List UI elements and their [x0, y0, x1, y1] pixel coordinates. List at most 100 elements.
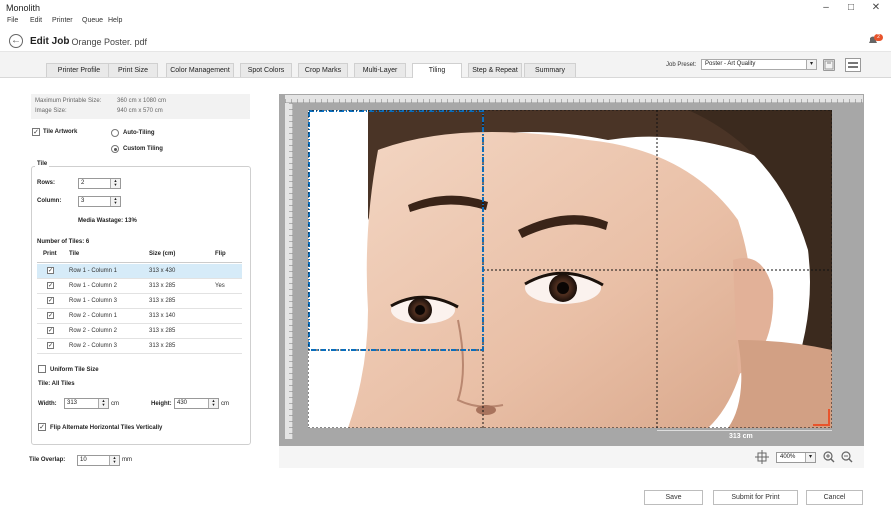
maximize-button[interactable]: □ — [844, 2, 858, 14]
table-row[interactable]: ✓ Row 2 - Column 1 313 x 140 — [37, 309, 242, 324]
height-label: Height: — [151, 401, 172, 407]
file-name: - Orange Poster. pdf — [66, 37, 148, 47]
rows-label: Rows: — [37, 180, 55, 186]
tab-spot-colors[interactable]: Spot Colors — [240, 63, 292, 77]
flip-alternate-checkbox[interactable]: ✓ — [38, 423, 46, 431]
tile-size: 313 x 285 — [149, 343, 176, 349]
image-size-label: Image Size: — [35, 108, 67, 114]
tab-step-repeat[interactable]: Step & Repeat — [468, 63, 522, 77]
cancel-button[interactable]: Cancel — [806, 490, 863, 505]
stepper-arrows-icon[interactable]: ▲ ▼ — [109, 456, 119, 465]
tile-overlap-label: Tile Overlap: — [29, 457, 66, 463]
print-checkbox[interactable]: ✓ — [47, 312, 54, 319]
artwork-preview[interactable] — [308, 110, 832, 428]
menu-file[interactable]: File — [7, 17, 18, 24]
tile-count: Number of Tiles: 6 — [37, 239, 90, 245]
job-preset-value: Poster - Art Quality — [705, 61, 756, 67]
tab-color-management[interactable]: Color Management — [166, 63, 234, 77]
save-button[interactable]: Save — [644, 490, 703, 505]
zoom-in-button[interactable] — [823, 451, 835, 463]
custom-tiling-radio[interactable] — [111, 145, 119, 153]
minimize-button[interactable]: – — [819, 2, 833, 14]
height-stepper[interactable]: 430 ▲ ▼ — [174, 398, 219, 409]
columns-stepper[interactable]: 3 ▲ ▼ — [78, 196, 121, 207]
tile-overlap-stepper[interactable]: 10 ▲ ▼ — [77, 455, 120, 466]
flip-alternate-label: Flip Alternate Horizontal Tiles Vertical… — [50, 425, 163, 431]
uniform-tile-size-label: Uniform Tile Size — [50, 367, 99, 373]
table-row[interactable]: ✓ Row 2 - Column 3 313 x 285 — [37, 339, 242, 354]
print-checkbox[interactable]: ✓ — [47, 267, 54, 274]
zoom-out-icon — [841, 451, 853, 463]
image-size-value: 940 cm x 570 cm — [117, 108, 163, 114]
auto-tiling-radio[interactable] — [111, 129, 119, 137]
width-value: 313 — [67, 400, 78, 406]
tile-name: Row 1 - Column 1 — [69, 268, 118, 274]
width-unit: cm — [111, 401, 119, 407]
max-size-label: Maximum Printable Size: — [35, 98, 102, 104]
col-tile: Tile — [69, 251, 80, 257]
width-stepper[interactable]: 313 ▲ ▼ — [64, 398, 109, 409]
job-preset-select[interactable]: Poster - Art Quality ▾ — [701, 59, 817, 70]
stepper-arrows-icon[interactable]: ▲ ▼ — [110, 179, 120, 188]
table-row[interactable]: ✓ Row 1 - Column 1 313 x 430 — [37, 264, 242, 279]
print-checkbox[interactable]: ✓ — [47, 297, 54, 304]
rows-stepper[interactable]: 2 ▲ ▼ — [78, 178, 121, 189]
menu-printer[interactable]: Printer — [52, 17, 73, 24]
stepper-arrows-icon[interactable]: ▲ ▼ — [208, 399, 218, 408]
print-checkbox[interactable]: ✓ — [47, 327, 54, 334]
zoom-select[interactable]: 400% ▾ — [776, 452, 816, 463]
tile-artwork-checkbox[interactable]: ✓ — [32, 128, 40, 136]
col-size: Size (cm) — [149, 251, 176, 257]
submit-for-print-button[interactable]: Submit for Print — [713, 490, 798, 505]
tab-summary[interactable]: Summary — [524, 63, 576, 77]
tab-print-size[interactable]: Print Size — [108, 63, 158, 77]
height-unit: cm — [221, 401, 229, 407]
tab-multi-layer[interactable]: Multi-Layer — [354, 63, 406, 77]
table-row[interactable]: ✓ Row 1 - Column 3 313 x 285 — [37, 294, 242, 309]
dimension-label: 313 cm — [729, 433, 753, 440]
col-flip: Flip — [215, 251, 226, 257]
stepper-arrows-icon[interactable]: ▲ ▼ — [98, 399, 108, 408]
ruler-vertical — [285, 103, 293, 439]
title-bar — [0, 0, 891, 16]
tile-overlap-unit: mm — [122, 457, 132, 463]
columns-value: 3 — [81, 198, 85, 204]
tile-artwork-label: Tile Artwork — [43, 129, 78, 135]
uniform-tile-size-checkbox[interactable] — [38, 365, 46, 373]
fit-to-window-button[interactable] — [755, 450, 769, 464]
fit-icon — [755, 450, 769, 464]
print-checkbox[interactable]: ✓ — [47, 342, 54, 349]
tab-tiling[interactable]: Tiling — [412, 63, 462, 78]
back-button[interactable]: ← — [9, 34, 23, 48]
save-preset-button[interactable] — [823, 59, 835, 71]
print-checkbox[interactable]: ✓ — [47, 282, 54, 289]
tile-name: Row 2 - Column 3 — [69, 343, 118, 349]
stepper-arrows-icon[interactable]: ▲ ▼ — [110, 197, 120, 206]
tab-crop-marks[interactable]: Crop Marks — [298, 63, 348, 77]
table-row[interactable]: ✓ Row 1 - Column 2 313 x 285 Yes — [37, 279, 242, 294]
app-title: Monolith — [6, 3, 41, 13]
zoom-out-button[interactable] — [841, 451, 853, 463]
notification-button[interactable]: 2 — [867, 34, 883, 46]
page-title: Edit Job — [30, 36, 70, 47]
rows-value: 2 — [81, 180, 85, 186]
menu-edit[interactable]: Edit — [30, 17, 42, 24]
menu-queue[interactable]: Queue — [82, 17, 103, 24]
tile-size: 313 x 285 — [149, 328, 176, 334]
tile-size: 313 x 285 — [149, 298, 176, 304]
auto-tiling-label: Auto-Tiling — [123, 130, 155, 136]
notification-badge: 2 — [874, 34, 883, 41]
tab-printer-profile[interactable]: Printer Profile — [46, 63, 112, 77]
job-preset-label: Job Preset: — [666, 62, 697, 68]
tile-group-label: Tile — [35, 161, 50, 167]
preset-menu-button[interactable] — [845, 58, 861, 72]
chevron-down-icon: ▾ — [806, 60, 816, 69]
tile-name: Row 2 - Column 1 — [69, 313, 118, 319]
table-row[interactable]: ✓ Row 2 - Column 2 313 x 285 — [37, 324, 242, 339]
zoom-in-icon — [823, 451, 835, 463]
menu-help[interactable]: Help — [108, 17, 122, 24]
close-button[interactable]: ✕ — [869, 2, 883, 14]
hamburger-icon — [848, 62, 858, 68]
face-artwork-image — [308, 110, 832, 428]
tile-size: 313 x 140 — [149, 313, 176, 319]
